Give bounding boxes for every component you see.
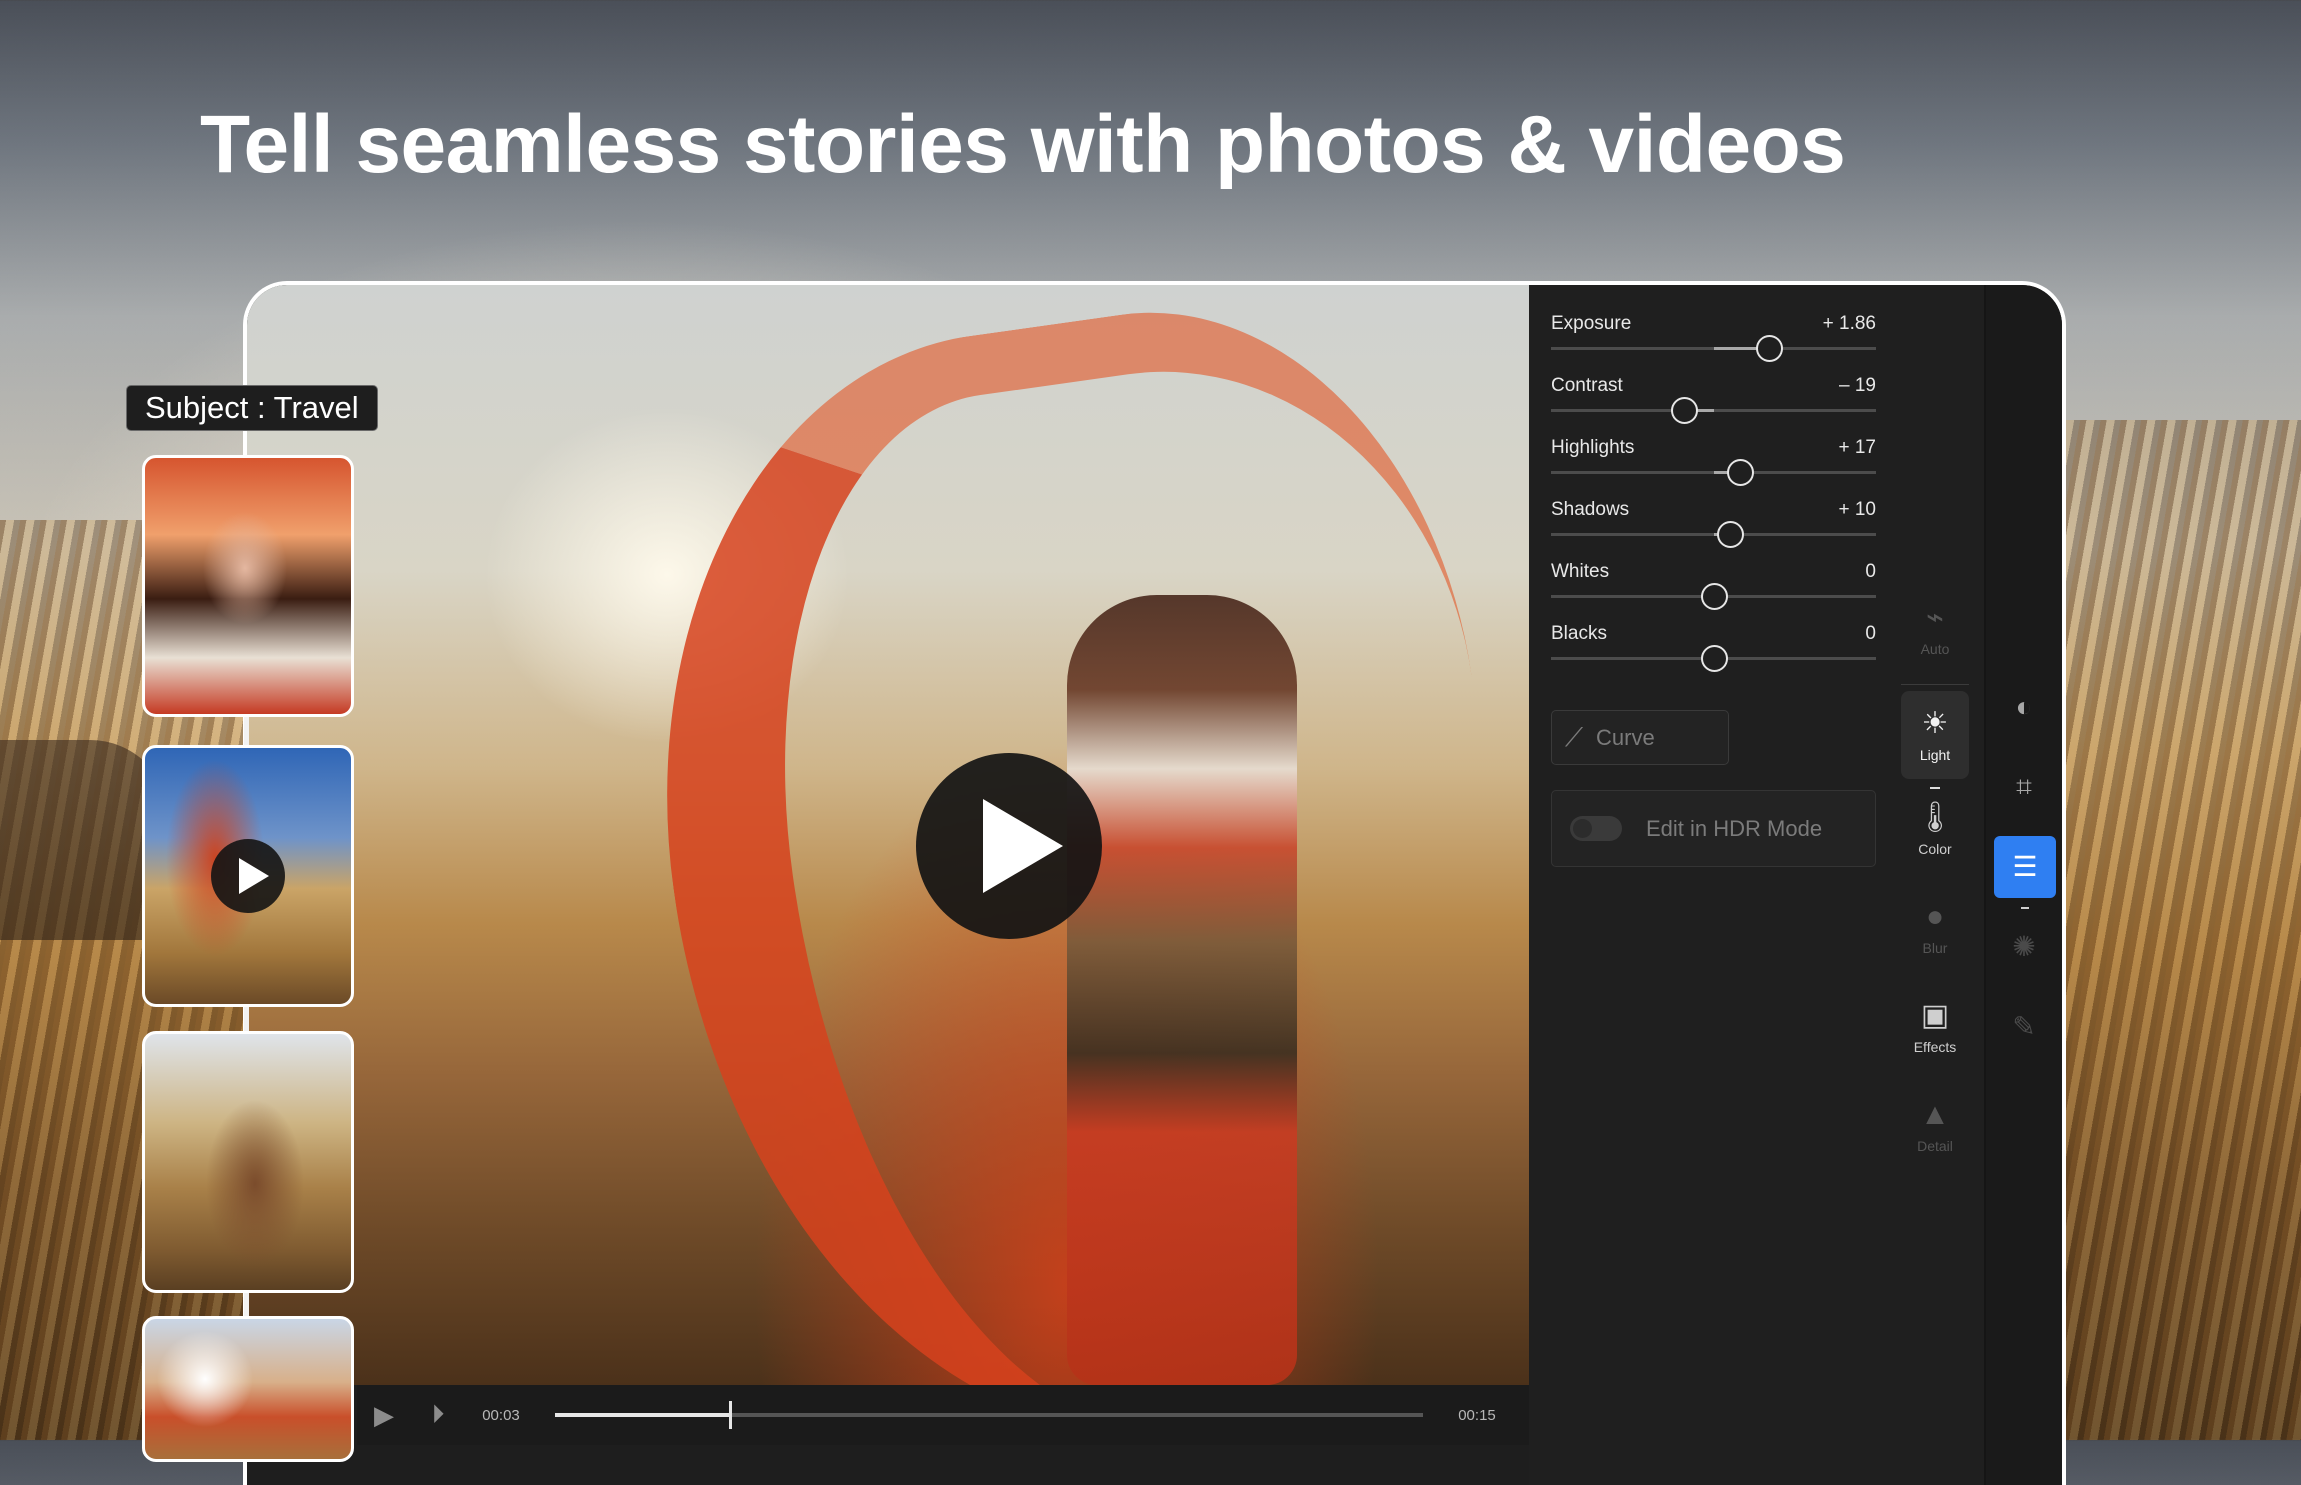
subject-figure — [1067, 595, 1297, 1385]
curve-button[interactable]: ⟋ Curve — [1551, 710, 1729, 765]
play-icon — [983, 799, 1063, 893]
tool-label: Auto — [1920, 641, 1950, 657]
thumbnail-photo-3[interactable] — [142, 1031, 354, 1293]
slider-track[interactable] — [1551, 583, 1876, 610]
droplet-icon: ● — [1925, 900, 1945, 933]
auto-wand-icon: ⌁ — [1925, 601, 1945, 634]
slider-track[interactable] — [1551, 521, 1876, 548]
slider-value: + 1.86 — [1822, 313, 1876, 334]
slider-value: + 10 — [1838, 499, 1876, 520]
slider-label: Highlights — [1551, 437, 1635, 458]
slider-track[interactable] — [1551, 397, 1876, 424]
presets-icon: ✺ — [2012, 931, 2036, 962]
curve-icon: ⟋ — [1564, 721, 1584, 752]
curve-label: Curve — [1596, 724, 1655, 750]
slider-value: 0 — [1865, 561, 1876, 582]
tool-auto: ⌁ Auto — [1901, 585, 1969, 685]
playback-bar: ▶ ⏵ 00:03 00:15 ⚙ — [357, 1385, 1567, 1445]
triangle-icon: ▲ — [1920, 1098, 1950, 1131]
thumbnail-play-icon — [211, 839, 285, 913]
tool-label: Blur — [1922, 940, 1948, 956]
slider-value: + 17 — [1838, 437, 1876, 458]
slider-handle[interactable] — [1671, 397, 1699, 424]
slider-whites: Whites 0 — [1551, 553, 1876, 615]
slider-label: Exposure — [1551, 313, 1632, 334]
tool-light[interactable]: ☀ Light — [1901, 691, 1969, 789]
slider-label: Whites — [1551, 561, 1610, 582]
tool-blur: ● Blur — [1901, 884, 1969, 983]
tool-label: Effects — [1913, 1039, 1957, 1055]
light-sliders: Exposure + 1.86 Contrast – 19 Highlights + 17… — [1551, 305, 1876, 677]
slider-label: Contrast — [1551, 375, 1623, 396]
current-time: 00:03 — [482, 1406, 520, 1424]
slider-handle[interactable] — [1700, 645, 1728, 672]
play-button[interactable] — [916, 753, 1102, 939]
headline: Tell seamless stories with photos & vide… — [200, 99, 1846, 190]
tool-label: Color — [1918, 841, 1952, 857]
thermometer-icon: 🌡︎ — [1915, 801, 1955, 834]
slider-value: 0 — [1865, 623, 1876, 644]
tool-label: Detail — [1917, 1138, 1953, 1154]
crop-icon[interactable]: ⌗ — [1998, 761, 2050, 813]
right-tool-rail: ◐ ⌗ ☰ ✺ ✎ — [1986, 285, 2062, 1485]
slider-shadows: Shadows + 10 — [1551, 491, 1876, 553]
slider-handle[interactable] — [1700, 583, 1728, 610]
slider-handle[interactable] — [1755, 335, 1783, 362]
slider-track[interactable] — [1551, 459, 1876, 486]
healing-brush-icon: ✎ — [2012, 1011, 2036, 1042]
duration-time: 00:15 — [1458, 1406, 1496, 1424]
tool-effects[interactable]: ▣ Effects — [1901, 983, 1969, 1082]
slider-contrast: Contrast – 19 — [1551, 367, 1876, 429]
slider-handle[interactable] — [1716, 521, 1744, 548]
slider-highlights: Highlights + 17 — [1551, 429, 1876, 491]
tool-color[interactable]: 🌡︎ Color — [1901, 785, 1969, 884]
playhead-handle[interactable] — [728, 1401, 732, 1429]
thumbnail-photo-4[interactable] — [142, 1316, 354, 1462]
hdr-mode-toggle-row[interactable]: Edit in HDR Mode — [1551, 790, 1876, 867]
tool-label: Light — [1919, 747, 1951, 763]
background-grass-right — [2060, 420, 2301, 1440]
thumbnail-video-2[interactable] — [142, 745, 354, 1007]
play-small-button[interactable]: ▶ — [357, 1400, 411, 1431]
slider-track[interactable] — [1551, 335, 1876, 362]
timeline-track[interactable] — [555, 1401, 1423, 1429]
step-forward-button[interactable]: ⏵ — [411, 1399, 465, 1431]
slider-value: – 19 — [1839, 375, 1876, 396]
slider-blacks: Blacks 0 — [1551, 615, 1876, 677]
edit-panel: Exposure + 1.86 Contrast – 19 Highlights + 17… — [1529, 285, 1984, 1485]
sliders-icon[interactable]: ☰ — [1994, 836, 2056, 898]
slider-handle[interactable] — [1726, 459, 1754, 486]
timeline-progress — [555, 1413, 729, 1417]
hdr-toggle[interactable] — [1570, 816, 1622, 841]
sun-icon: ☀ — [1921, 707, 1949, 740]
tool-detail: ▲ Detail — [1901, 1082, 1969, 1181]
selected-indicator — [2021, 907, 2029, 909]
hdr-label: Edit in HDR Mode — [1646, 815, 1823, 841]
slider-exposure: Exposure + 1.86 — [1551, 305, 1876, 367]
thumbnail-photo-1[interactable] — [142, 455, 354, 717]
toggle-knob — [1573, 819, 1592, 838]
slider-label: Shadows — [1551, 499, 1630, 520]
mask-icon[interactable]: ◐ — [1998, 681, 2050, 733]
slider-label: Blacks — [1551, 623, 1607, 644]
effects-icon: ▣ — [1920, 999, 1950, 1032]
subject-badge: Subject : Travel — [126, 385, 378, 431]
slider-track[interactable] — [1551, 645, 1876, 672]
tool-column: ⌁ Auto ☀ Light 🌡︎ Color ● Blur ▣ Effects ▲ Detail — [1901, 585, 1969, 1181]
editor-window: ▶ ⏵ 00:03 00:15 ⚙ Exposure + 1.86 Contrast… — [243, 281, 2066, 1485]
video-preview[interactable] — [247, 285, 1571, 1485]
